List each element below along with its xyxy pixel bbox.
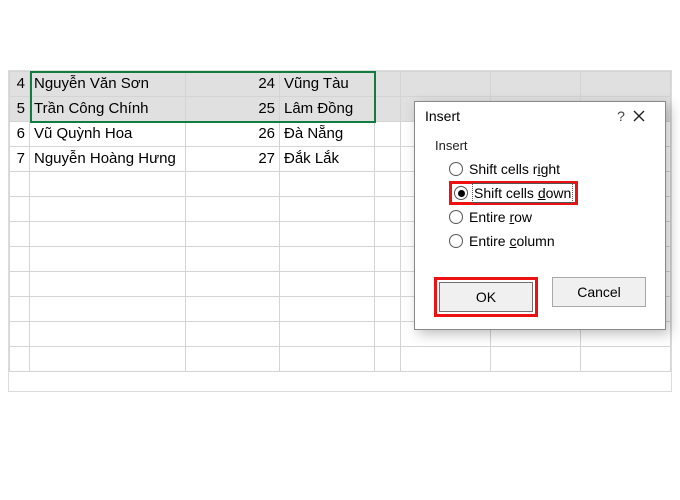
cell-empty[interactable] [375, 322, 401, 347]
cell-num[interactable]: 26 [186, 122, 280, 147]
radio-shift-down[interactable]: Shift cells down [449, 181, 653, 205]
cell-name[interactable]: Nguyễn Hoàng Hưng [30, 147, 186, 172]
cell-loc[interactable]: Đắk Lắk [280, 147, 375, 172]
cell-empty[interactable] [375, 197, 401, 222]
cell-idx[interactable]: 6 [10, 122, 30, 147]
cell-empty[interactable] [280, 247, 375, 272]
cell-empty[interactable] [375, 222, 401, 247]
cell-empty[interactable] [186, 322, 280, 347]
cell-loc[interactable]: Vũng Tàu [280, 72, 375, 97]
cell-empty[interactable] [186, 247, 280, 272]
cell-empty[interactable] [30, 247, 186, 272]
cell-loc[interactable]: Lâm Đồng [280, 97, 375, 122]
cell-loc[interactable]: Đà Nẵng [280, 122, 375, 147]
cell-empty[interactable] [10, 322, 30, 347]
cancel-button[interactable]: Cancel [552, 277, 646, 307]
cell-empty[interactable] [186, 197, 280, 222]
cell-empty[interactable] [375, 72, 401, 97]
cell-empty[interactable] [581, 72, 671, 97]
cell-empty[interactable] [10, 197, 30, 222]
cell-empty[interactable] [280, 322, 375, 347]
cell-empty[interactable] [30, 272, 186, 297]
radio-icon [449, 162, 463, 176]
radio-label: Entire column [469, 233, 555, 249]
cell-empty[interactable] [491, 72, 581, 97]
cell-empty[interactable] [280, 347, 375, 372]
radio-icon [449, 234, 463, 248]
ok-highlight: OK [434, 277, 538, 317]
cell-empty[interactable] [30, 322, 186, 347]
close-icon[interactable] [633, 110, 657, 122]
radio-label: Shift cells down [474, 185, 571, 201]
table-row[interactable] [10, 347, 671, 372]
radio-label: Shift cells right [469, 161, 560, 177]
cell-empty[interactable] [491, 347, 581, 372]
dialog-title: Insert [425, 108, 609, 124]
cell-name[interactable]: Nguyễn Văn Sơn [30, 72, 186, 97]
cell-empty[interactable] [375, 122, 401, 147]
cell-empty[interactable] [10, 222, 30, 247]
radio-shift-right[interactable]: Shift cells right [449, 157, 653, 181]
cell-num[interactable]: 25 [186, 97, 280, 122]
radio-icon [449, 210, 463, 224]
cell-empty[interactable] [30, 172, 186, 197]
cell-idx[interactable]: 5 [10, 97, 30, 122]
cell-empty[interactable] [186, 172, 280, 197]
cell-empty[interactable] [581, 347, 671, 372]
cell-empty[interactable] [10, 272, 30, 297]
cell-empty[interactable] [280, 272, 375, 297]
cell-idx[interactable]: 4 [10, 72, 30, 97]
cell-empty[interactable] [10, 247, 30, 272]
cell-empty[interactable] [10, 347, 30, 372]
cell-name[interactable]: Vũ Quỳnh Hoa [30, 122, 186, 147]
cell-num[interactable]: 27 [186, 147, 280, 172]
cell-name[interactable]: Trần Công Chính [30, 97, 186, 122]
cell-empty[interactable] [375, 297, 401, 322]
cell-empty[interactable] [375, 172, 401, 197]
cell-empty[interactable] [280, 222, 375, 247]
cell-empty[interactable] [186, 272, 280, 297]
help-button[interactable]: ? [609, 108, 633, 124]
cell-empty[interactable] [375, 247, 401, 272]
cell-empty[interactable] [375, 272, 401, 297]
cell-empty[interactable] [186, 222, 280, 247]
insert-option-group: Insert Shift cells right Shift cells dow… [427, 132, 653, 259]
radio-entire-row[interactable]: Entire row [449, 205, 653, 229]
cell-empty[interactable] [186, 347, 280, 372]
cell-empty[interactable] [280, 197, 375, 222]
cell-empty[interactable] [30, 347, 186, 372]
ok-button[interactable]: OK [439, 282, 533, 312]
cell-empty[interactable] [375, 147, 401, 172]
table-row[interactable]: 4Nguyễn Văn Sơn24Vũng Tàu [10, 72, 671, 97]
cell-empty[interactable] [10, 172, 30, 197]
radio-entire-column[interactable]: Entire column [449, 229, 653, 253]
cell-empty[interactable] [401, 72, 491, 97]
cell-empty[interactable] [375, 97, 401, 122]
radio-icon [454, 186, 468, 200]
cell-empty[interactable] [401, 347, 491, 372]
cell-num[interactable]: 24 [186, 72, 280, 97]
cell-empty[interactable] [280, 172, 375, 197]
radio-label: Entire row [469, 209, 532, 225]
cell-empty[interactable] [30, 297, 186, 322]
cell-empty[interactable] [10, 297, 30, 322]
cell-empty[interactable] [280, 297, 375, 322]
cell-empty[interactable] [30, 197, 186, 222]
insert-dialog: Insert ? Insert Shift cells right Shift … [414, 101, 666, 330]
cell-empty[interactable] [30, 222, 186, 247]
cell-idx[interactable]: 7 [10, 147, 30, 172]
group-label: Insert [431, 138, 653, 157]
cell-empty[interactable] [186, 297, 280, 322]
cell-empty[interactable] [375, 347, 401, 372]
